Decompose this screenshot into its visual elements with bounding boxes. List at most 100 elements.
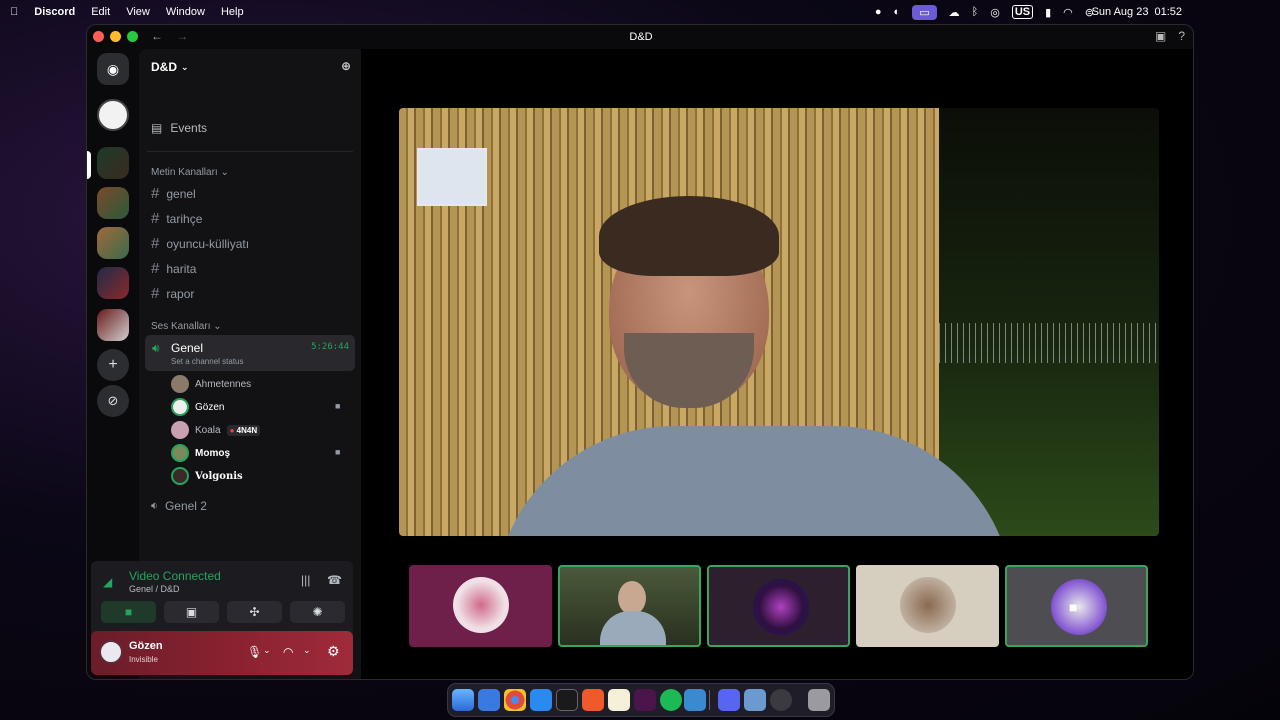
- text-category[interactable]: Metin Kanalları ⌄: [151, 167, 229, 178]
- screen-share-icon[interactable]: ◐: [894, 6, 901, 18]
- xcode-icon[interactable]: [530, 689, 552, 711]
- member-name: Ahmetennes: [195, 378, 252, 390]
- mail-icon[interactable]: [478, 689, 500, 711]
- invite-icon[interactable]: ⊕: [341, 59, 351, 73]
- cloud-icon[interactable]: ☁: [949, 6, 960, 19]
- menu-edit[interactable]: Edit: [91, 6, 110, 18]
- tower-icon[interactable]: [744, 689, 766, 711]
- user-avatar[interactable]: [99, 640, 123, 664]
- record-icon[interactable]: ●: [875, 6, 882, 18]
- camera-icon: ■: [335, 401, 341, 411]
- dock-divider: [709, 690, 710, 710]
- channel-rapor[interactable]: # rapor: [151, 285, 194, 302]
- participant-tile-self[interactable]: ■: [1005, 565, 1148, 647]
- nav-arrows: ← →: [151, 29, 198, 43]
- server-icon-4[interactable]: [97, 227, 129, 259]
- app-menu[interactable]: Discord: [34, 6, 75, 18]
- chrome-icon[interactable]: [504, 689, 526, 711]
- channel-label: harita: [166, 261, 197, 276]
- events-item[interactable]: ▤ Events: [151, 121, 207, 135]
- voice-member[interactable]: Ahmetennes: [171, 375, 251, 393]
- files-icon[interactable]: [684, 689, 706, 711]
- voice-category[interactable]: Ses Kanalları ⌄: [151, 321, 222, 332]
- connection-location[interactable]: Genel / D&D: [129, 584, 180, 594]
- discover-icon[interactable]: ⊘: [97, 385, 129, 417]
- server-header[interactable]: D&D ⌄ ⊕: [139, 49, 361, 85]
- bluetooth-icon[interactable]: ᛒ: [972, 6, 979, 18]
- voice-member[interactable]: Momoş ■: [171, 444, 340, 462]
- chevron-down-icon[interactable]: ⌄: [303, 645, 311, 656]
- voice-member[interactable]: Koala ● 4N4N: [171, 421, 261, 439]
- main-video-feed[interactable]: [399, 108, 1159, 536]
- channel-label: tarihçe: [166, 211, 203, 226]
- gamepad-icon[interactable]: ◎: [990, 6, 1000, 19]
- close-button[interactable]: [93, 31, 104, 42]
- zoom-button[interactable]: [127, 31, 138, 42]
- soundboard-button[interactable]: ✺: [290, 601, 345, 623]
- avatar: [171, 421, 189, 439]
- screen-share-button[interactable]: ▣: [164, 601, 219, 623]
- voice-channel-name: Genel: [171, 341, 204, 355]
- notes-icon[interactable]: [608, 689, 630, 711]
- unity-icon[interactable]: [556, 689, 578, 711]
- finder-icon[interactable]: [452, 689, 474, 711]
- camera-button[interactable]: ■: [101, 601, 156, 623]
- channel-genel[interactable]: # genel: [151, 185, 196, 202]
- participant-tile[interactable]: [409, 565, 552, 647]
- hash-icon: #: [151, 210, 160, 227]
- window-title: D&D: [629, 31, 653, 43]
- voice-member[interactable]: Volgonis: [171, 467, 243, 485]
- channel-oyuncu-kulliyati[interactable]: # oyuncu-külliyatı: [151, 235, 249, 252]
- connection-status[interactable]: Video Connected: [129, 569, 221, 583]
- member-name: Volgonis: [195, 470, 243, 482]
- spotify-icon[interactable]: [660, 689, 682, 711]
- channel-tarihce[interactable]: # tarihçe: [151, 210, 202, 227]
- minimize-button[interactable]: [110, 31, 121, 42]
- trash-icon[interactable]: [808, 689, 830, 711]
- discord-icon[interactable]: [718, 689, 740, 711]
- voice-member[interactable]: Gözen ■: [171, 398, 340, 416]
- server-icon-5[interactable]: [97, 267, 129, 299]
- help-icon[interactable]: ?: [1178, 29, 1185, 43]
- clock[interactable]: Sun Aug 23 01:52: [1092, 0, 1182, 24]
- chevron-down-icon[interactable]: ⌄: [263, 645, 271, 656]
- gear-icon[interactable]: ⚙: [327, 643, 340, 660]
- inbox-icon[interactable]: ▣: [1155, 29, 1166, 43]
- participant-tile[interactable]: [856, 565, 999, 647]
- signal-icon[interactable]: ◢: [103, 575, 112, 589]
- display-icon[interactable]: ▭: [912, 4, 937, 20]
- wifi-icon[interactable]: ◠: [1063, 6, 1073, 19]
- menu-view[interactable]: View: [126, 6, 150, 18]
- menu-help[interactable]: Help: [221, 6, 244, 18]
- claude-icon[interactable]: [582, 689, 604, 711]
- headphones-icon[interactable]: ◠: [283, 645, 293, 659]
- events-label: Events: [170, 121, 208, 135]
- menu-window[interactable]: Window: [166, 6, 205, 18]
- input-source-indicator[interactable]: US: [1011, 5, 1034, 19]
- server-icon-6[interactable]: [97, 309, 129, 341]
- microphone-icon[interactable]: 🎙︎: [247, 645, 262, 659]
- battery-icon[interactable]: ▮: [1045, 6, 1051, 19]
- disconnect-icon[interactable]: ☎: [327, 573, 342, 587]
- voice-channel-genel[interactable]: 🔊︎ Genel Set a channel status 5:26:44: [145, 335, 355, 371]
- channel-status-prompt[interactable]: Set a channel status: [171, 357, 244, 366]
- slack-icon[interactable]: [634, 689, 656, 711]
- user-name[interactable]: Gözen: [129, 640, 163, 652]
- activities-button[interactable]: ✣: [227, 601, 282, 623]
- server-icon-dnd[interactable]: [97, 147, 129, 179]
- server-icon-3[interactable]: [97, 187, 129, 219]
- participant-tile[interactable]: [707, 565, 850, 647]
- avatar: [1051, 579, 1107, 635]
- noise-suppression-icon[interactable]: |||: [301, 573, 310, 587]
- activity-monitor-icon[interactable]: [770, 689, 792, 711]
- server-icon-panda[interactable]: [97, 99, 129, 131]
- voice-channel-genel-2[interactable]: 🔉︎ Genel 2: [151, 499, 207, 513]
- back-arrow-icon[interactable]: ←: [151, 29, 163, 43]
- forward-arrow-icon[interactable]: →: [176, 29, 188, 43]
- participant-tile-video[interactable]: [558, 565, 701, 647]
- discord-home-icon[interactable]: ◉: [97, 53, 129, 85]
- channel-harita[interactable]: # harita: [151, 260, 196, 277]
- hash-icon: #: [151, 235, 160, 252]
- apple-icon[interactable]: : [10, 6, 18, 18]
- add-server-icon[interactable]: +: [97, 349, 129, 381]
